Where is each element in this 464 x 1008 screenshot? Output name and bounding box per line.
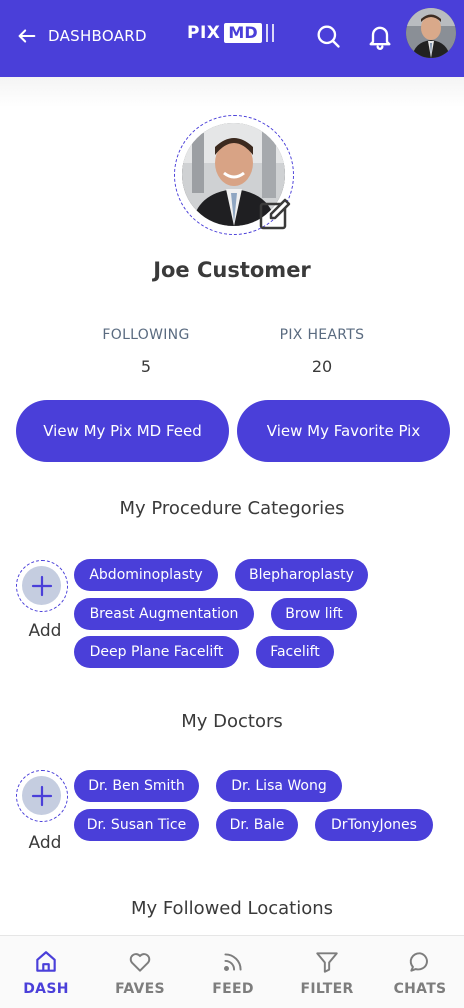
- logo-md-text: MD: [224, 23, 262, 43]
- nav-label: FAVES: [115, 981, 165, 997]
- logo-pix-text: PIX: [187, 23, 221, 43]
- plus-icon: [31, 785, 52, 806]
- doctor-chip[interactable]: DrTonyJones: [315, 809, 433, 841]
- doctor-chip[interactable]: Dr. Ben Smith: [74, 770, 199, 802]
- doctors-title: My Doctors: [181, 711, 283, 732]
- nav-label: FILTER: [300, 981, 354, 997]
- nav-dash[interactable]: DASH: [0, 936, 92, 1008]
- nav-filter[interactable]: FILTER: [281, 936, 373, 1008]
- stat-value: 20: [311, 357, 333, 376]
- nav-feed[interactable]: FEED: [187, 936, 279, 1008]
- procedure-chip[interactable]: Brow lift: [271, 598, 357, 630]
- arrow-left-icon: [18, 29, 36, 43]
- app-logo: PIX MD: [187, 23, 274, 43]
- doctor-chip[interactable]: Dr. Lisa Wong: [216, 770, 342, 802]
- plus-icon: [31, 575, 52, 596]
- view-favorites-button[interactable]: View My Favorite Pix: [237, 400, 450, 462]
- pix-hearts-stat[interactable]: PIX HEARTS 20: [247, 327, 397, 376]
- filter-icon: [316, 952, 338, 973]
- logo-bars-icon: [265, 24, 274, 42]
- profile-name: Joe Customer: [153, 258, 311, 282]
- user-avatar[interactable]: [406, 8, 456, 58]
- doctor-chip[interactable]: Dr. Susan Tice: [74, 809, 199, 841]
- back-to-dashboard[interactable]: DASHBOARD: [16, 24, 147, 48]
- nav-faves[interactable]: FAVES: [94, 936, 186, 1008]
- rss-icon: [224, 953, 242, 971]
- back-label: DASHBOARD: [48, 27, 147, 45]
- procedures-title: My Procedure Categories: [119, 498, 345, 519]
- stat-label: PIX HEARTS: [279, 327, 365, 343]
- bottom-nav: DASH FAVES FEED FILTER CHATS: [0, 935, 464, 1008]
- home-icon: [36, 951, 56, 972]
- add-doctor-button[interactable]: [16, 770, 68, 822]
- plus-icon-wrap: [22, 776, 61, 815]
- procedure-chip[interactable]: Abdominoplasty: [74, 559, 218, 591]
- following-stat[interactable]: FOLLOWING 5: [71, 327, 221, 376]
- nav-label: CHATS: [393, 981, 447, 997]
- heart-icon: [129, 953, 151, 972]
- doctor-chip[interactable]: Dr. Bale: [216, 809, 298, 841]
- header-shadow: [0, 77, 464, 107]
- procedure-chip[interactable]: Deep Plane Facelift: [74, 636, 239, 668]
- edit-icon[interactable]: [257, 196, 293, 232]
- search-icon[interactable]: [314, 22, 342, 50]
- stat-label: FOLLOWING: [102, 327, 190, 343]
- view-feed-button[interactable]: View My Pix MD Feed: [16, 400, 229, 462]
- nav-label: DASH: [23, 981, 69, 997]
- procedure-chip[interactable]: Breast Augmentation: [74, 598, 254, 630]
- add-procedure-label: Add: [28, 621, 62, 641]
- bell-icon[interactable]: [366, 22, 394, 50]
- procedure-chip[interactable]: Blepharoplasty: [235, 559, 368, 591]
- plus-icon-wrap: [22, 566, 61, 605]
- top-bar: DASHBOARD PIX MD: [0, 0, 464, 77]
- nav-chats[interactable]: CHATS: [374, 936, 464, 1008]
- nav-label: FEED: [212, 981, 254, 997]
- add-doctor-label: Add: [28, 833, 62, 853]
- stat-value: 5: [140, 357, 152, 376]
- add-procedure-button[interactable]: [16, 560, 68, 612]
- chat-bubble-icon: [409, 952, 428, 972]
- locations-title: My Followed Locations: [130, 898, 334, 919]
- procedure-chip[interactable]: Facelift: [256, 636, 334, 668]
- profile-picture-frame: [174, 115, 294, 235]
- avatar-photo: [406, 8, 456, 58]
